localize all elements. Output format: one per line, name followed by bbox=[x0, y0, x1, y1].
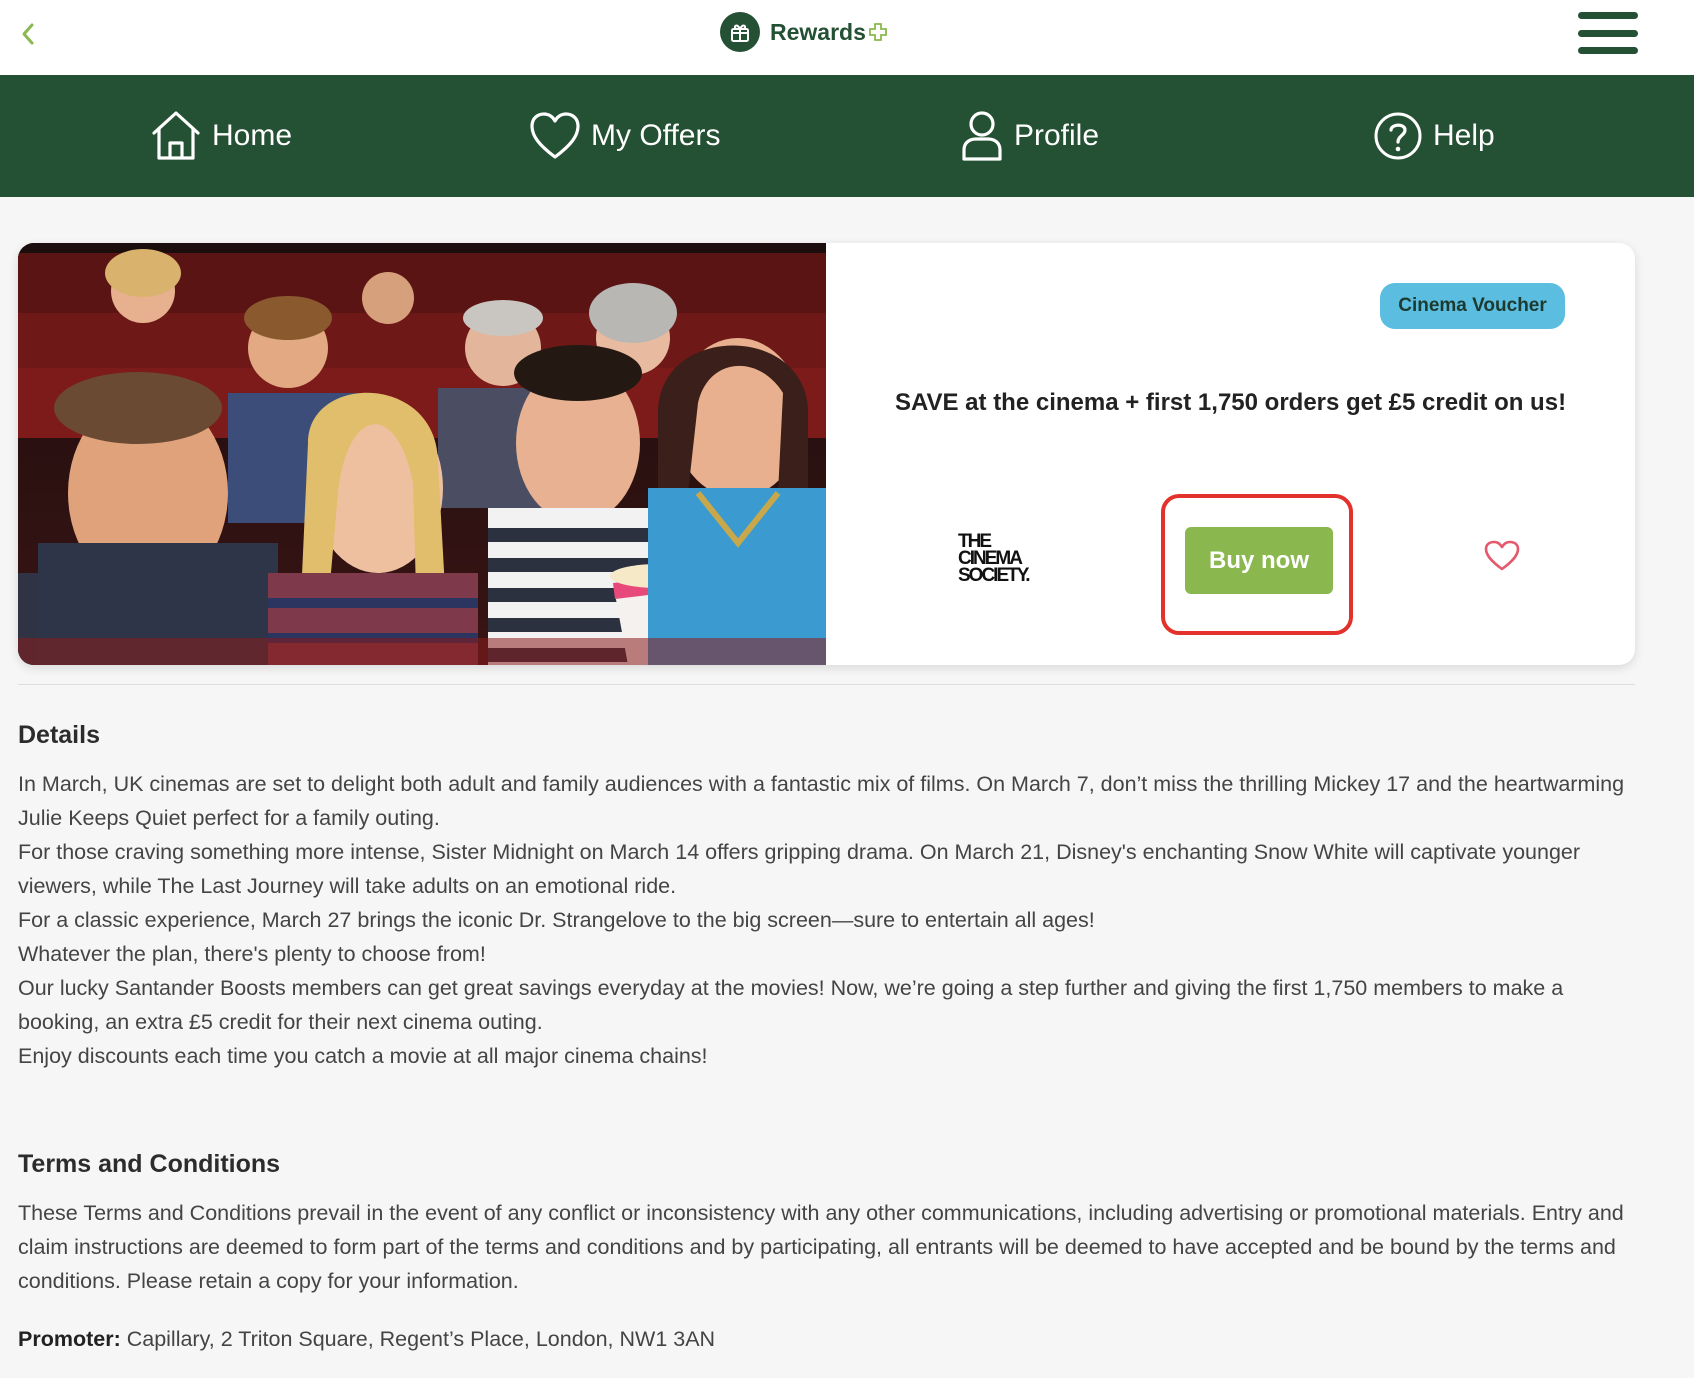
details-paragraph: For a classic experience, March 27 bring… bbox=[18, 908, 1095, 932]
menu-bar bbox=[1578, 12, 1638, 19]
details-heading: Details bbox=[18, 721, 100, 749]
nav-label-my-offers: My Offers bbox=[591, 119, 721, 152]
main-nav: Home My Offers Profile Help bbox=[0, 75, 1694, 197]
favorite-button[interactable] bbox=[1482, 536, 1522, 576]
user-icon bbox=[962, 111, 1002, 161]
app-brand: Rewards bbox=[720, 12, 888, 52]
details-paragraph: In March, UK cinemas are set to delight … bbox=[18, 772, 1625, 830]
details-paragraph: Enjoy discounts each time you catch a mo… bbox=[18, 1044, 708, 1068]
details-paragraph: Our lucky Santander Boosts members can g… bbox=[18, 976, 1564, 1034]
promoter-label: Promoter: bbox=[18, 1327, 121, 1351]
heart-icon bbox=[530, 112, 580, 159]
nav-label-help: Help bbox=[1433, 119, 1495, 152]
help-circle-icon bbox=[1374, 112, 1422, 160]
plus-icon bbox=[868, 22, 888, 42]
details-body: In March, UK cinemas are set to delight … bbox=[18, 767, 1643, 1073]
home-icon bbox=[152, 111, 200, 160]
terms-paragraph: These Terms and Conditions prevail in th… bbox=[18, 1201, 1624, 1293]
section-divider bbox=[18, 684, 1635, 685]
nav-item-profile[interactable]: Profile bbox=[960, 109, 1099, 163]
terms-heading: Terms and Conditions bbox=[18, 1150, 281, 1178]
heart-outline-icon bbox=[1484, 540, 1520, 571]
offer-title: SAVE at the cinema + first 1,750 orders … bbox=[894, 389, 1567, 416]
buy-now-button[interactable]: Buy now bbox=[1185, 527, 1333, 594]
cinema-audience-photo bbox=[18, 243, 826, 665]
app-name: Rewards bbox=[770, 18, 866, 45]
partner-logo: THE CINEMA SOCIETY. bbox=[958, 532, 1058, 589]
top-bar: Rewards bbox=[0, 0, 1694, 75]
nav-item-help[interactable]: Help bbox=[1373, 109, 1495, 163]
voucher-type-badge: Cinema Voucher bbox=[1380, 283, 1565, 329]
offer-card: Cinema Voucher SAVE at the cinema + firs… bbox=[18, 243, 1635, 665]
details-paragraph: Whatever the plan, there's plenty to cho… bbox=[18, 942, 486, 966]
nav-label-home: Home bbox=[212, 119, 293, 152]
nav-item-home[interactable]: Home bbox=[150, 109, 292, 163]
terms-body: These Terms and Conditions prevail in th… bbox=[18, 1196, 1643, 1298]
menu-bar bbox=[1578, 47, 1638, 54]
gift-icon bbox=[720, 12, 760, 52]
partner-logo-line: SOCIETY. bbox=[958, 565, 1031, 586]
nav-item-my-offers[interactable]: My Offers bbox=[529, 109, 720, 163]
chevron-left-icon bbox=[22, 23, 34, 45]
menu-bar bbox=[1578, 29, 1638, 37]
back-button[interactable] bbox=[12, 16, 44, 52]
promoter-address: Capillary, 2 Triton Square, Regent’s Pla… bbox=[120, 1327, 716, 1351]
hamburger-menu-button[interactable] bbox=[1578, 12, 1638, 54]
promoter-line: Promoter: Capillary, 2 Triton Square, Re… bbox=[18, 1327, 715, 1352]
details-paragraph: For those craving something more intense… bbox=[18, 840, 1581, 898]
nav-label-profile: Profile bbox=[1014, 119, 1100, 152]
